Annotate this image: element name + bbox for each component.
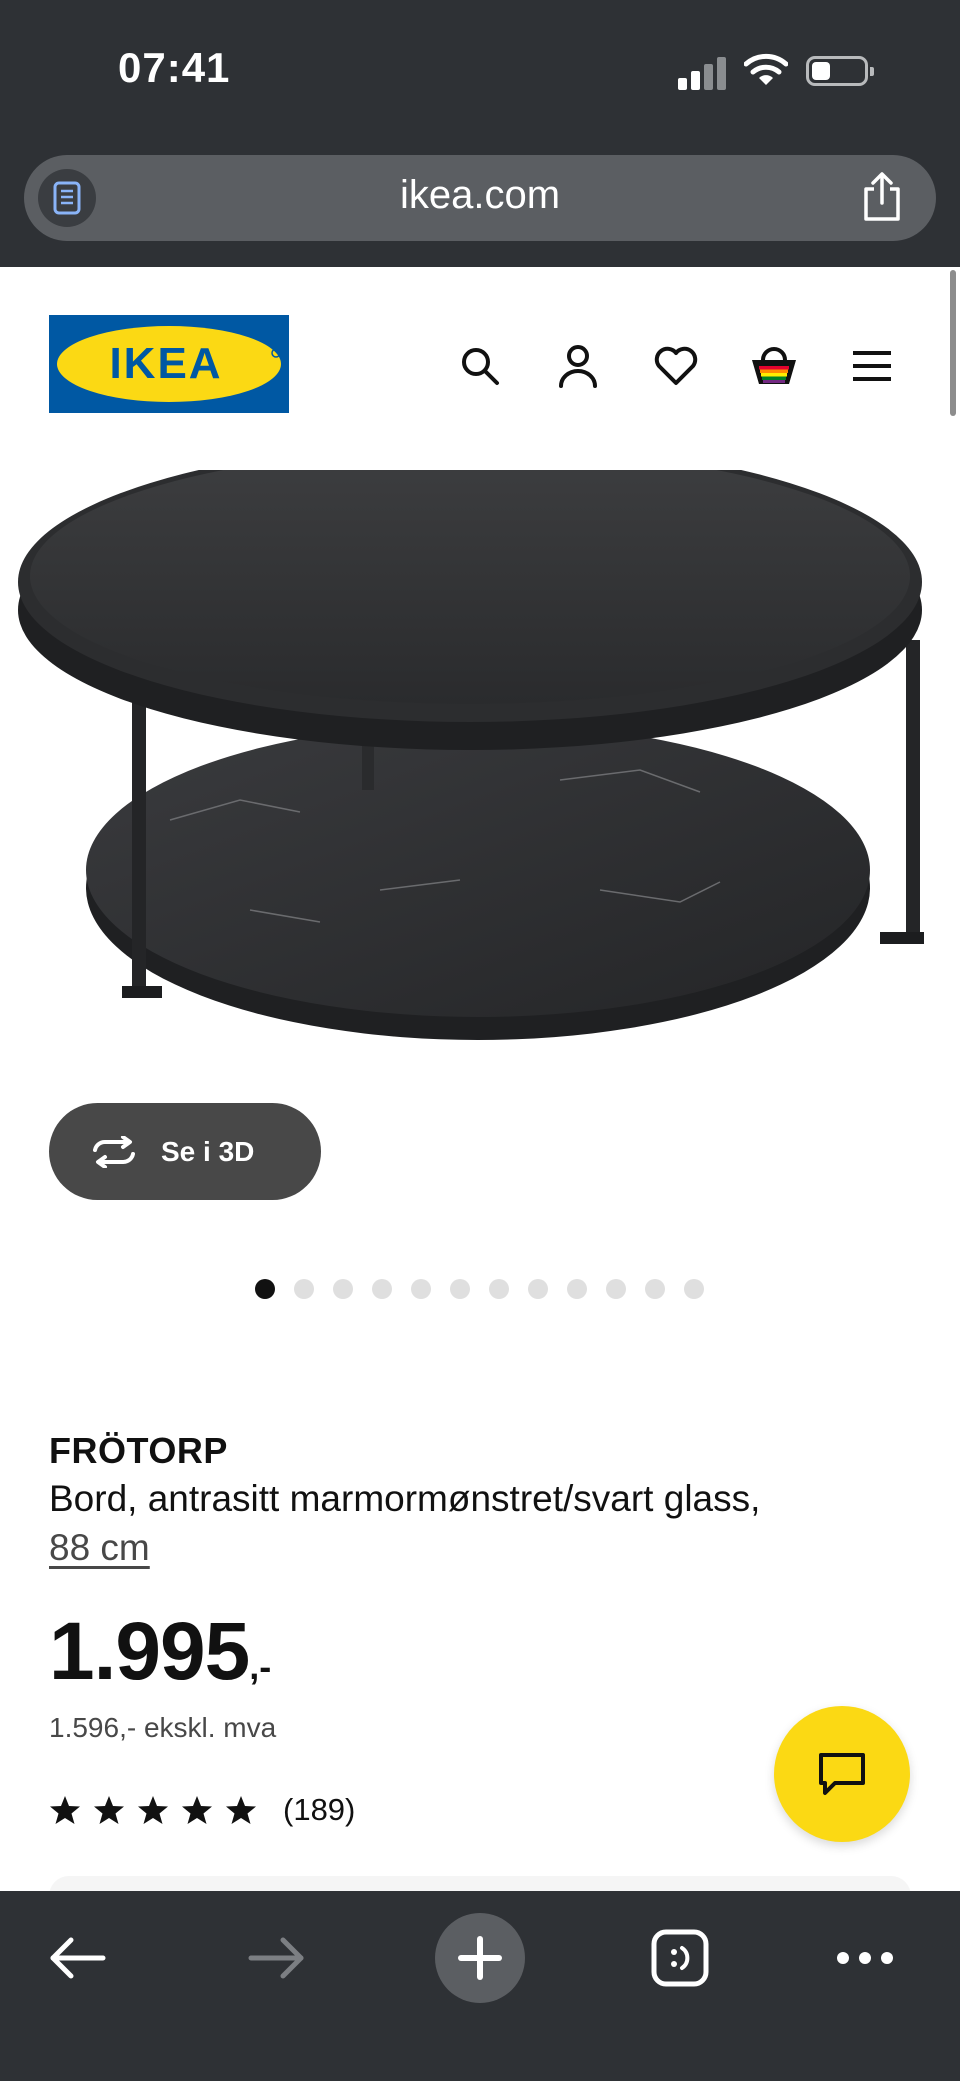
url-bar[interactable]: ikea.com bbox=[24, 155, 936, 241]
product-price: 1.995 ,- bbox=[49, 1605, 271, 1699]
carousel-dot[interactable] bbox=[294, 1279, 314, 1299]
carousel-dot[interactable] bbox=[684, 1279, 704, 1299]
carousel-dot[interactable] bbox=[372, 1279, 392, 1299]
product-description: Bord, antrasitt marmormønstret/svart gla… bbox=[49, 1478, 761, 1519]
more-button[interactable] bbox=[820, 1913, 910, 2003]
chat-icon bbox=[819, 1753, 865, 1795]
carousel-dot[interactable] bbox=[333, 1279, 353, 1299]
carousel-dot[interactable] bbox=[645, 1279, 665, 1299]
image-carousel-dots bbox=[255, 1279, 704, 1299]
product-size-link[interactable]: 88 cm bbox=[49, 1527, 150, 1569]
product-name: FRÖTORP bbox=[49, 1430, 228, 1471]
more-icon bbox=[837, 1952, 893, 1964]
star-icon bbox=[138, 1796, 168, 1824]
forward-icon bbox=[248, 1937, 304, 1979]
star-icon bbox=[94, 1796, 124, 1824]
view-3d-button[interactable]: Se i 3D bbox=[49, 1103, 321, 1200]
back-button[interactable] bbox=[32, 1913, 122, 2003]
cart-button[interactable] bbox=[746, 338, 802, 394]
page-scrollbar[interactable] bbox=[950, 270, 956, 416]
account-button[interactable] bbox=[550, 338, 606, 394]
price-suffix: ,- bbox=[249, 1646, 272, 1687]
back-icon bbox=[50, 1937, 106, 1979]
forward-button[interactable] bbox=[232, 1913, 322, 2003]
rating-stars bbox=[49, 1794, 257, 1826]
cart-icon bbox=[752, 347, 796, 384]
status-time: 07:41 bbox=[118, 44, 231, 91]
url-text[interactable]: ikea.com bbox=[24, 173, 936, 218]
tabs-icon bbox=[651, 1929, 709, 1987]
star-icon bbox=[182, 1796, 212, 1824]
chat-button[interactable] bbox=[774, 1706, 910, 1842]
plus-icon bbox=[458, 1936, 502, 1980]
product-image[interactable] bbox=[0, 470, 960, 1110]
menu-icon bbox=[853, 351, 891, 381]
status-icons bbox=[678, 50, 878, 92]
carousel-dot[interactable] bbox=[489, 1279, 509, 1299]
star-icon bbox=[50, 1796, 80, 1824]
battery-icon bbox=[806, 56, 874, 86]
price-amount: 1.995 bbox=[49, 1606, 250, 1697]
carousel-dot[interactable] bbox=[567, 1279, 587, 1299]
ikea-logo[interactable]: IKEA bbox=[49, 315, 289, 413]
browser-toolbar bbox=[0, 1891, 960, 2081]
carousel-dot[interactable] bbox=[450, 1279, 470, 1299]
search-icon bbox=[462, 348, 499, 385]
share-icon[interactable] bbox=[858, 171, 906, 223]
product-rating[interactable]: (189) bbox=[49, 1792, 355, 1828]
star-icon bbox=[226, 1796, 256, 1824]
browser-chrome: 07:41 ikea.com bbox=[0, 0, 960, 267]
wifi-icon bbox=[744, 53, 788, 85]
tabs-button[interactable] bbox=[635, 1913, 725, 2003]
new-tab-button[interactable] bbox=[435, 1913, 525, 2003]
price-excluding-vat: 1.596,- ekskl. mva bbox=[49, 1712, 277, 1743]
carousel-dot[interactable] bbox=[255, 1279, 275, 1299]
carousel-dot[interactable] bbox=[411, 1279, 431, 1299]
view-3d-label: Se i 3D bbox=[161, 1135, 255, 1167]
logo-text: IKEA bbox=[109, 339, 222, 388]
favourites-button[interactable] bbox=[648, 338, 704, 394]
carousel-dot[interactable] bbox=[606, 1279, 626, 1299]
menu-button[interactable] bbox=[844, 338, 900, 394]
search-button[interactable] bbox=[452, 338, 508, 394]
account-icon bbox=[559, 345, 597, 388]
rating-count: (189) bbox=[283, 1792, 356, 1827]
heart-icon bbox=[654, 346, 698, 385]
rotate-3d-icon bbox=[93, 1135, 135, 1168]
carousel-dot[interactable] bbox=[528, 1279, 548, 1299]
header-nav bbox=[452, 338, 900, 394]
signal-icon bbox=[678, 56, 728, 90]
